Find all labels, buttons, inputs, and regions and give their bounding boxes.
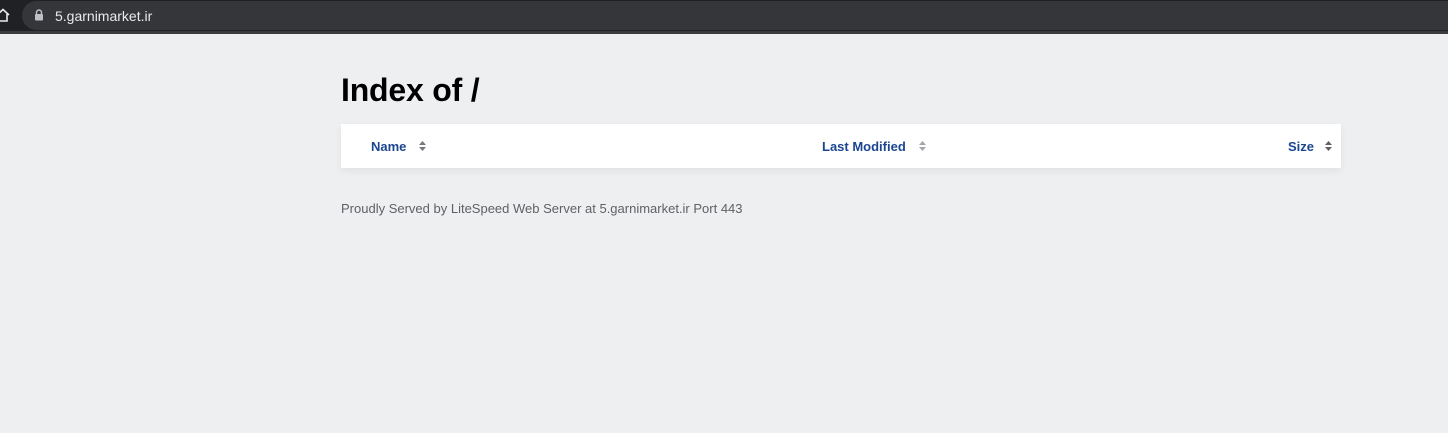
sort-icon[interactable]: [1324, 140, 1333, 152]
column-header-last-modified[interactable]: Last Modified: [822, 124, 927, 168]
sort-icon[interactable]: [918, 140, 927, 152]
column-header-name[interactable]: Name: [371, 124, 427, 168]
home-icon[interactable]: [0, 8, 10, 22]
page-title: Index of /: [341, 72, 480, 108]
column-header-label[interactable]: Name: [371, 139, 406, 154]
column-header-label[interactable]: Last Modified: [822, 139, 906, 154]
server-signature: Proudly Served by LiteSpeed Web Server a…: [341, 201, 743, 216]
address-bar[interactable]: 5.garnimarket.ir: [22, 1, 1448, 30]
listing-table: Name Last Modified Size: [341, 124, 1341, 168]
column-header-label[interactable]: Size: [1288, 139, 1314, 154]
column-header-size[interactable]: Size: [1288, 124, 1333, 168]
browser-toolbar: 5.garnimarket.ir: [0, 0, 1448, 34]
directory-listing: Index of / Name Last Modified Size Proud…: [341, 34, 1341, 216]
url-text[interactable]: 5.garnimarket.ir: [55, 8, 152, 24]
lock-icon: [35, 9, 43, 21]
sort-icon[interactable]: [418, 140, 427, 152]
